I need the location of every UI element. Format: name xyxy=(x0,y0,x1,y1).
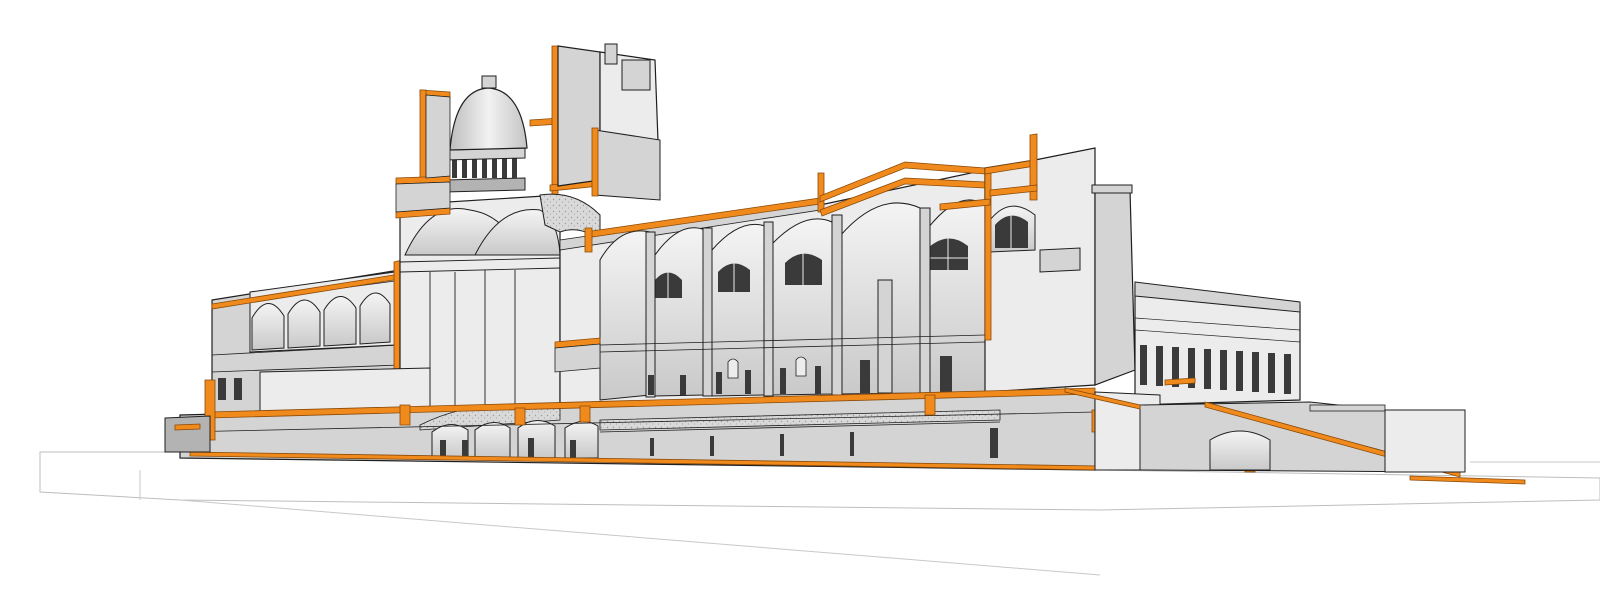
section-perspective-drawing xyxy=(0,0,1600,595)
east-stair-terrace xyxy=(1064,387,1526,485)
main-nave xyxy=(554,161,986,406)
belfry-block xyxy=(557,43,661,201)
drum-colonnade xyxy=(452,158,517,178)
right-office-wing xyxy=(1134,281,1301,406)
dome xyxy=(449,87,528,151)
building-section-view xyxy=(39,43,1600,576)
